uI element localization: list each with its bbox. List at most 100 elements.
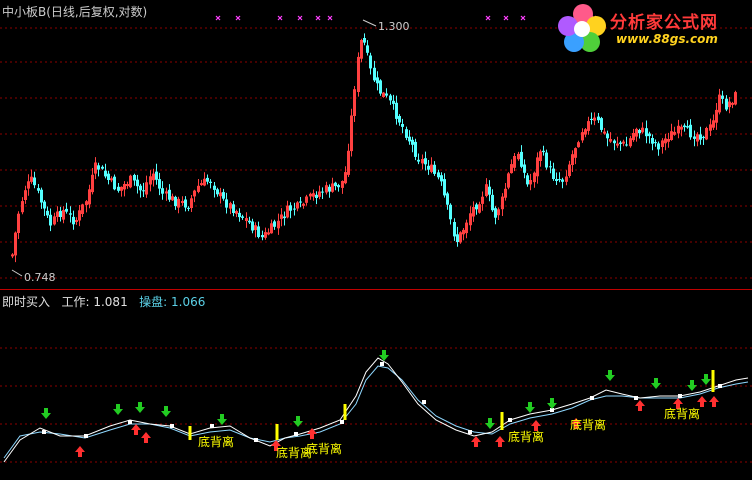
candle-body-72: [241, 216, 244, 218]
arrow-down-icon: [217, 414, 227, 425]
signal-dot-4: [210, 424, 214, 428]
signal-dot-2: [128, 420, 132, 424]
candle-body-222: [721, 95, 724, 99]
candle-body-167: [545, 152, 548, 168]
candle-body-102: [337, 185, 340, 188]
candle-body-17: [65, 208, 68, 212]
candle-body-120: [395, 102, 398, 119]
candle-body-188: [613, 140, 616, 144]
candle-body-8: [37, 188, 40, 191]
candle-body-223: [725, 98, 728, 110]
chart-canvas[interactable]: 1.3000.748底背离底背离底背离底背离底背离底背离: [0, 0, 752, 480]
arrow-up-icon: [635, 400, 645, 411]
arrow-up-icon: [471, 436, 481, 447]
candle-body-46: [158, 179, 161, 189]
candle-body-112: [369, 55, 372, 69]
candle-body-145: [475, 204, 478, 210]
candle-body-150: [491, 194, 494, 211]
signal-bar-3: [500, 412, 504, 430]
arrow-down-icon: [161, 406, 171, 417]
cross-icon: [315, 15, 321, 21]
candle-body-85: [283, 216, 286, 219]
signal-bar-4: [711, 370, 715, 392]
candle-body-38: [133, 175, 136, 181]
candle-body-212: [689, 124, 692, 138]
candle-body-149: [488, 186, 491, 195]
candle-body-216: [702, 136, 705, 138]
candle-body-192: [625, 144, 628, 146]
arrow-down-icon: [605, 370, 615, 381]
candle-body-67: [225, 199, 228, 208]
candle-body-160: [523, 164, 526, 173]
candle-body-74: [248, 220, 251, 223]
candle-body-88: [293, 208, 296, 210]
candle-body-99: [328, 186, 331, 192]
candle-body-215: [699, 134, 702, 140]
candle-body-36: [126, 184, 129, 186]
candle-body-7: [33, 177, 36, 186]
candle-body-201: [654, 142, 657, 144]
indicator-title-bar: 即时买入 工作: 1.081 操盘: 1.066: [2, 293, 205, 310]
candle-body-184: [600, 118, 603, 130]
candle-body-47: [161, 188, 164, 194]
candle-body-136: [446, 193, 449, 205]
signal-dot-9: [422, 400, 426, 404]
candle-body-133: [437, 172, 440, 178]
candle-body-51: [174, 196, 177, 207]
signal-dot-5: [254, 438, 258, 442]
arrow-up-icon: [141, 432, 151, 443]
cross-icon: [215, 15, 221, 21]
signal-dot-3: [170, 424, 174, 428]
candle-body-101: [334, 182, 337, 187]
candle-body-169: [552, 168, 555, 179]
min-price-label: 0.748: [24, 271, 56, 284]
cross-icon: [235, 15, 241, 21]
arrow-down-icon: [113, 404, 123, 415]
divergence-label-2: 底背离: [306, 441, 342, 456]
candle-body-69: [232, 204, 235, 213]
arrow-down-icon: [701, 374, 711, 385]
candle-body-62: [209, 181, 212, 183]
candle-body-95: [315, 194, 318, 198]
cross-icon: [485, 15, 491, 21]
candle-body-39: [136, 179, 139, 187]
candle-body-161: [526, 175, 529, 185]
signal-dot-13: [590, 396, 594, 400]
candle-body-132: [433, 164, 436, 174]
candle-body-186: [606, 133, 609, 139]
cross-icon: [327, 15, 333, 21]
chart-window[interactable]: 1.300 0.748 底背离 底背离 底背离 底背离 底背离 底背离 中小板B(日线,后复权…: [0, 0, 752, 480]
arrow-down-icon: [135, 402, 145, 413]
candle-body-118: [389, 95, 392, 101]
candle-body-10: [43, 201, 46, 209]
candle-body-78: [261, 235, 264, 238]
chart-title-text: 中小板B(日线,后复权,对数): [2, 5, 148, 19]
arrow-down-icon: [547, 398, 557, 409]
candle-body-123: [405, 129, 408, 138]
cross-icon: [297, 15, 303, 21]
max-price-pointer: [362, 19, 377, 27]
candle-body-55: [187, 207, 190, 209]
watermark-url: www.88gs.com: [616, 32, 718, 46]
candle-body-28: [101, 166, 104, 169]
candle-body-137: [449, 204, 452, 220]
candle-body-29: [104, 170, 107, 177]
candle-body-134: [440, 175, 443, 182]
candle-body-80: [267, 232, 270, 235]
chart-title: 中小板B(日线,后复权,对数): [2, 3, 147, 20]
candle-body-210: [683, 125, 686, 128]
arrow-down-icon: [293, 416, 303, 427]
candle-body-202: [657, 143, 660, 150]
arrow-down-icon: [651, 378, 661, 389]
candle-body-190: [619, 142, 622, 144]
candle-body-225: [731, 102, 734, 105]
candle-body-20: [75, 220, 78, 222]
candle-body-19: [72, 216, 75, 225]
candle-body-159: [520, 151, 523, 167]
candle-body-30: [107, 173, 110, 180]
arrow-up-icon: [697, 396, 707, 407]
divergence-label-0: 底背离: [198, 434, 234, 449]
candle-body-170: [555, 179, 558, 181]
candle-body-117: [385, 93, 388, 96]
candle-body-151: [494, 208, 497, 218]
